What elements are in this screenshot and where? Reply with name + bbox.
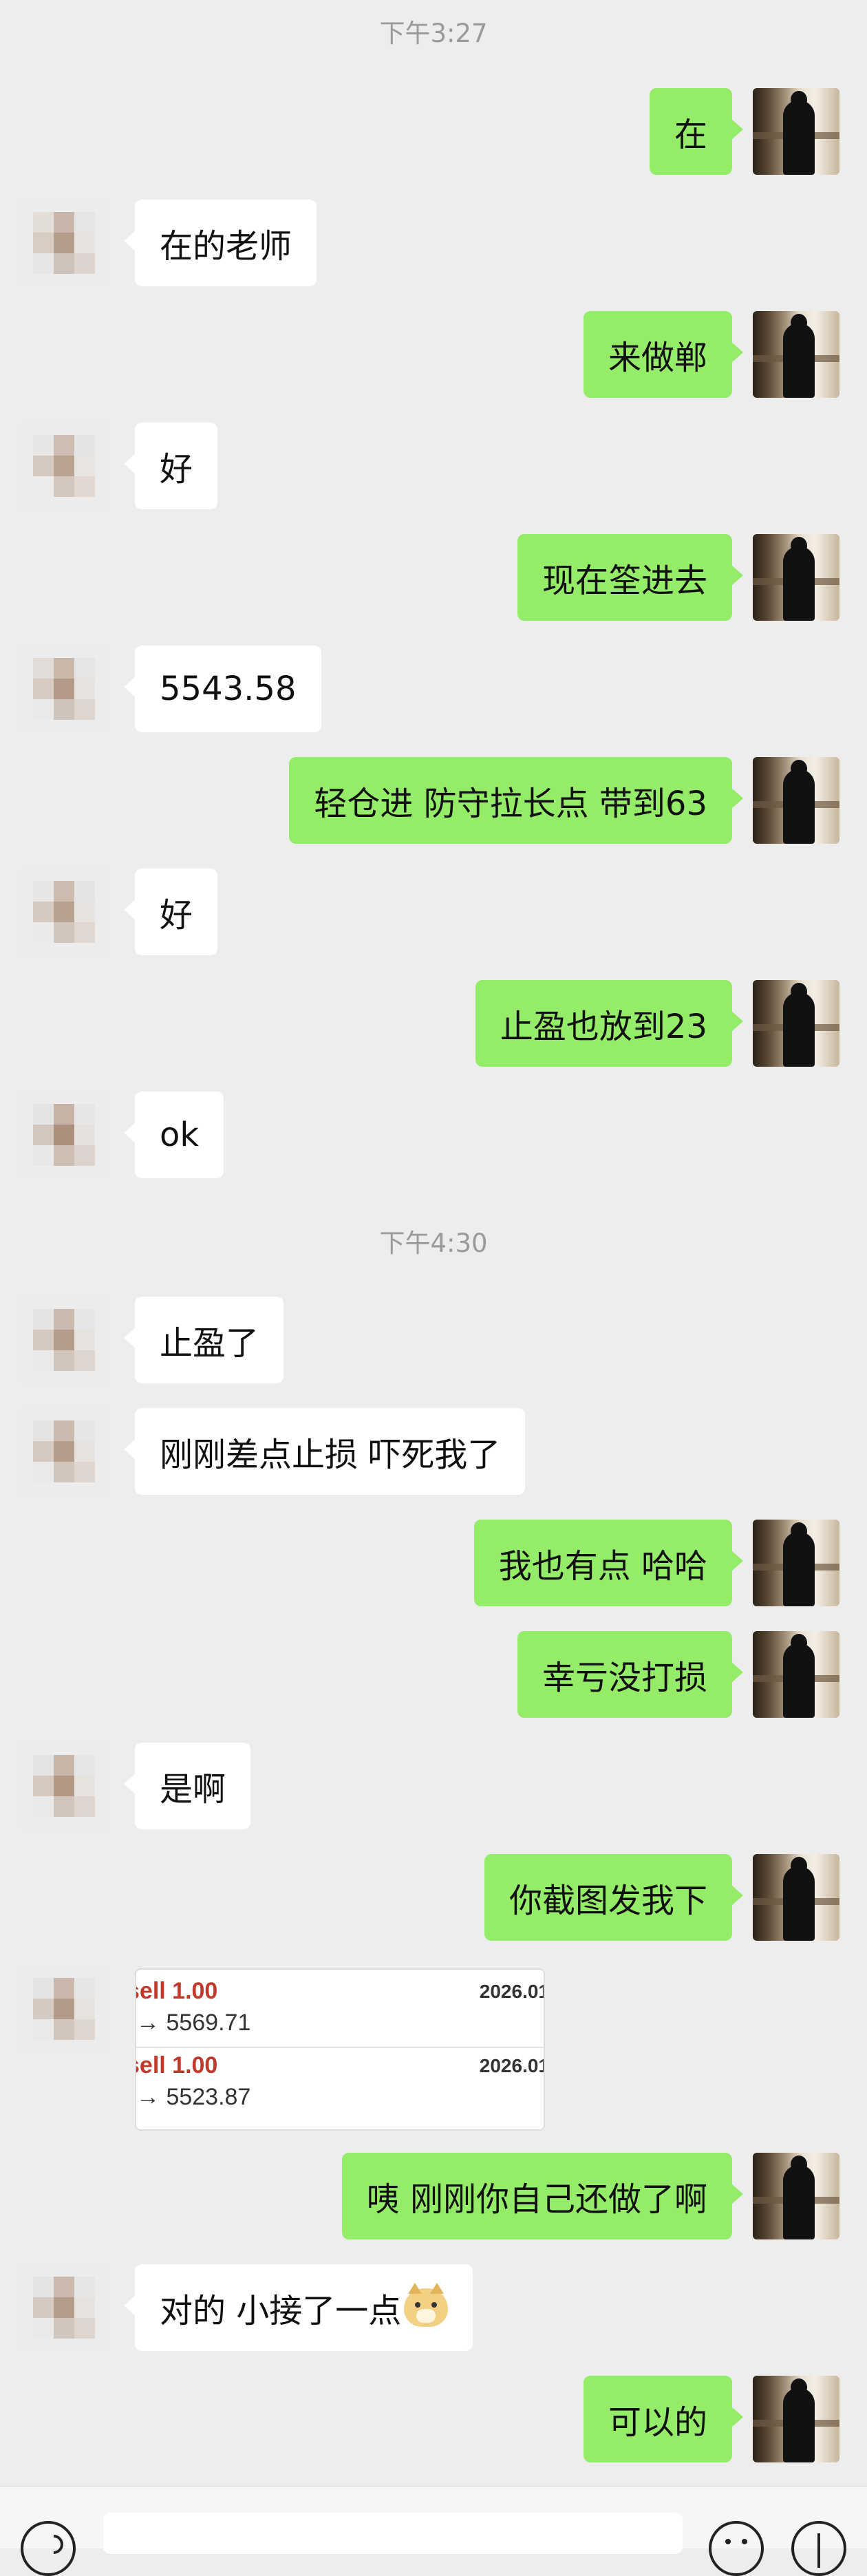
dog-face-emoji-icon bbox=[404, 2283, 449, 2327]
message-bubble[interactable]: 来做郸 bbox=[583, 311, 744, 398]
my-avatar[interactable] bbox=[753, 1520, 839, 1606]
my-avatar[interactable] bbox=[753, 2153, 839, 2239]
message-bubble[interactable]: 是啊 bbox=[123, 1743, 251, 1829]
timestamp: 下午3:27 bbox=[379, 19, 488, 48]
message-bubble[interactable]: 现在筌进去 bbox=[517, 534, 744, 621]
order-price: → 5523.87 bbox=[136, 2084, 251, 2110]
contact-avatar[interactable] bbox=[21, 1092, 107, 1178]
contact-avatar[interactable] bbox=[21, 1966, 107, 2052]
contact-avatar[interactable] bbox=[21, 423, 107, 509]
message-bubble[interactable]: 在 bbox=[649, 88, 744, 175]
timestamp: 下午4:30 bbox=[379, 1228, 488, 1258]
chat-input-bar bbox=[0, 2486, 867, 2576]
message-bubble[interactable]: ok bbox=[123, 1092, 224, 1178]
message-bubble[interactable]: 刚刚差点止损 吓死我了 bbox=[123, 1408, 526, 1495]
order-action: sell 1.00 bbox=[135, 1978, 218, 2004]
my-avatar[interactable] bbox=[753, 1631, 839, 1718]
message-bubble[interactable]: 在的老师 bbox=[123, 200, 317, 286]
message-bubble[interactable]: 轻仓进 防守拉长点 带到63 bbox=[289, 757, 743, 844]
my-avatar[interactable] bbox=[753, 757, 839, 844]
order-date: 2026.01 bbox=[479, 1981, 545, 2002]
contact-avatar[interactable] bbox=[21, 1297, 107, 1383]
my-avatar[interactable] bbox=[753, 1854, 839, 1941]
order-action: sell 1.00 bbox=[135, 2052, 218, 2078]
my-avatar[interactable] bbox=[753, 980, 839, 1067]
message-input[interactable] bbox=[103, 2513, 683, 2554]
message-bubble[interactable]: 5543.58 bbox=[124, 646, 321, 732]
order-price: → 5569.71 bbox=[136, 2010, 251, 2036]
my-avatar[interactable] bbox=[753, 311, 839, 398]
order-date: 2026.01 bbox=[479, 2055, 545, 2076]
my-avatar[interactable] bbox=[753, 88, 839, 175]
order-row: sell 1.00 2026.01 → 5523.87 bbox=[136, 2047, 544, 2120]
message-bubble[interactable]: 对的 小接了一点 bbox=[123, 2264, 473, 2351]
contact-avatar[interactable] bbox=[21, 1743, 107, 1829]
message-bubble[interactable]: 我也有点 哈哈 bbox=[473, 1520, 744, 1606]
message-bubble[interactable]: 你截图发我下 bbox=[484, 1854, 744, 1941]
voice-icon[interactable] bbox=[21, 2521, 76, 2576]
message-bubble[interactable]: 好 bbox=[123, 423, 218, 509]
contact-avatar[interactable] bbox=[21, 200, 107, 286]
my-avatar[interactable] bbox=[753, 534, 839, 621]
message-bubble[interactable]: 咦 刚刚你自己还做了啊 bbox=[341, 2153, 744, 2239]
message-bubble[interactable]: 幸亏没打损 bbox=[517, 1631, 744, 1718]
screenshot-image-message[interactable]: sell 1.00 2026.01 → 5569.71 sell 1.00 20… bbox=[135, 1968, 545, 2131]
message-bubble[interactable]: 止盈了 bbox=[123, 1297, 284, 1383]
my-avatar[interactable] bbox=[753, 2376, 839, 2462]
emoji-icon[interactable] bbox=[709, 2521, 764, 2576]
order-row: sell 1.00 2026.01 → 5569.71 bbox=[136, 1974, 544, 2045]
contact-avatar[interactable] bbox=[21, 869, 107, 955]
contact-avatar[interactable] bbox=[21, 646, 107, 732]
message-bubble[interactable]: 好 bbox=[123, 869, 218, 955]
message-bubble[interactable]: 止盈也放到23 bbox=[475, 980, 744, 1067]
message-text: 对的 小接了一点 bbox=[160, 2292, 402, 2330]
message-bubble[interactable]: 可以的 bbox=[583, 2376, 744, 2462]
contact-avatar[interactable] bbox=[21, 2264, 107, 2351]
contact-avatar[interactable] bbox=[21, 1408, 107, 1495]
plus-icon[interactable] bbox=[791, 2521, 846, 2576]
